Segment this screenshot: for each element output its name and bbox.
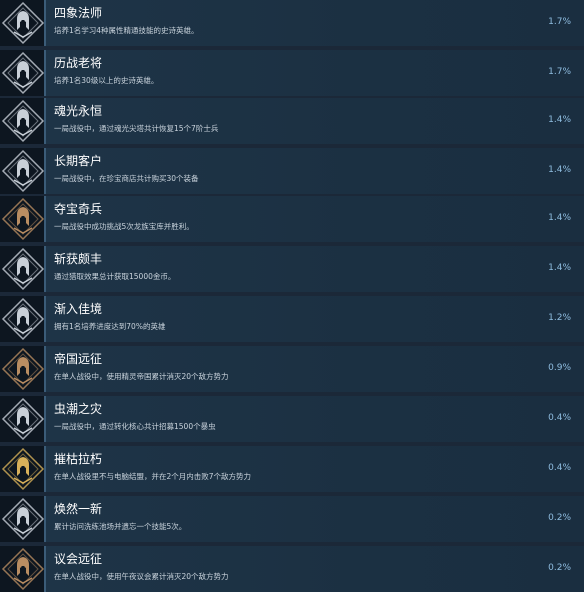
helmet-bronze-icon [0, 546, 46, 592]
achievement-row[interactable]: 四象法师培养1名学习4种属性精通技能的史诗英雄。 1.7% [0, 0, 584, 46]
achievement-title: 斩获颇丰 [54, 252, 103, 266]
helmet-silver-icon [0, 396, 46, 442]
achievement-title: 长期客户 [54, 154, 103, 168]
helmet-silver-icon [0, 496, 46, 542]
achievement-row[interactable]: 议会远征在单人战役中，使用午夜议会累计消灭20个敌方势力 0.2% [0, 546, 584, 592]
achievement-title: 四象法师 [54, 6, 103, 20]
achievement-title: 夺宝奇兵 [54, 202, 103, 216]
achievement-card: 长期客户一局战役中，在珍宝商店共计购买30个装备 1.4% [44, 148, 584, 194]
achievement-title: 议会远征 [54, 552, 103, 566]
unlock-percentage: 1.4% [548, 263, 571, 273]
helmet-silver-icon [0, 296, 46, 342]
helmet-silver-icon [0, 0, 46, 46]
achievement-description: 在单人战役中，使用午夜议会累计消灭20个敌方势力 [54, 572, 229, 581]
achievement-row[interactable]: 帝国远征在单人战役中，使用精灵帝国累计消灭20个敌方势力 0.9% [0, 346, 584, 392]
achievement-row[interactable]: 斩获颇丰通过猎取效果总计获取15000金币。 1.4% [0, 246, 584, 292]
achievement-title: 历战老将 [54, 56, 103, 70]
achievement-card: 虫潮之灾一局战役中，通过转化核心共计招募1500个暴虫 0.4% [44, 396, 584, 442]
achievement-row[interactable]: 历战老将培养1名30级以上的史诗英雄。 1.7% [0, 50, 584, 96]
achievement-description: 一局战役中，在珍宝商店共计购买30个装备 [54, 174, 199, 183]
achievement-description: 拥有1名培养进度达到70%的英雄 [54, 322, 166, 331]
helmet-gold-icon [0, 446, 46, 492]
unlock-percentage: 0.9% [548, 363, 571, 373]
achievement-card: 渐入佳境拥有1名培养进度达到70%的英雄 1.2% [44, 296, 584, 342]
helmet-silver-icon [0, 246, 46, 292]
helmet-bronze-icon [0, 346, 46, 392]
unlock-percentage: 0.4% [548, 463, 571, 473]
unlock-percentage: 1.4% [548, 115, 571, 125]
achievement-title: 帝国远征 [54, 352, 103, 366]
unlock-percentage: 0.2% [548, 563, 571, 573]
unlock-percentage: 1.2% [548, 313, 571, 323]
achievement-row[interactable]: 虫潮之灾一局战役中，通过转化核心共计招募1500个暴虫 0.4% [0, 396, 584, 442]
achievement-description: 一局战役中，通过魂光尖塔共计恢复15个7阶士兵 [54, 124, 219, 133]
achievement-card: 四象法师培养1名学习4种属性精通技能的史诗英雄。 1.7% [44, 0, 584, 46]
achievement-description: 一局战役中成功挑战5次龙族宝库并胜利。 [54, 222, 194, 231]
achievement-description: 在单人战役中，使用精灵帝国累计消灭20个敌方势力 [54, 372, 229, 381]
achievement-card: 历战老将培养1名30级以上的史诗英雄。 1.7% [44, 50, 584, 96]
achievement-title: 摧枯拉朽 [54, 452, 103, 466]
achievement-title: 焕然一新 [54, 502, 103, 516]
achievement-card: 议会远征在单人战役中，使用午夜议会累计消灭20个敌方势力 0.2% [44, 546, 584, 592]
helmet-silver-icon [0, 148, 46, 194]
helmet-bronze-icon [0, 196, 46, 242]
achievement-title: 渐入佳境 [54, 302, 103, 316]
helmet-silver-icon [0, 50, 46, 96]
achievement-row[interactable]: 夺宝奇兵一局战役中成功挑战5次龙族宝库并胜利。 1.4% [0, 196, 584, 242]
unlock-percentage: 0.4% [548, 413, 571, 423]
achievement-card: 焕然一新累计访问洗练池场并遗忘一个技能5次。 0.2% [44, 496, 584, 542]
unlock-percentage: 0.2% [548, 513, 571, 523]
achievement-description: 通过猎取效果总计获取15000金币。 [54, 272, 176, 281]
achievement-description: 在单人战役里不与电脑结盟，并在2个月内击败7个敌方势力 [54, 472, 252, 481]
unlock-percentage: 1.7% [548, 67, 571, 77]
unlock-percentage: 1.4% [548, 165, 571, 175]
unlock-percentage: 1.4% [548, 213, 571, 223]
achievement-description: 培养1名30级以上的史诗英雄。 [54, 76, 159, 85]
achievement-card: 摧枯拉朽在单人战役里不与电脑结盟，并在2个月内击败7个敌方势力 0.4% [44, 446, 584, 492]
achievement-row[interactable]: 焕然一新累计访问洗练池场并遗忘一个技能5次。 0.2% [0, 496, 584, 542]
achievement-row[interactable]: 长期客户一局战役中，在珍宝商店共计购买30个装备 1.4% [0, 148, 584, 194]
achievement-description: 累计访问洗练池场并遗忘一个技能5次。 [54, 522, 187, 531]
achievement-title: 虫潮之灾 [54, 402, 103, 416]
unlock-percentage: 1.7% [548, 17, 571, 27]
achievement-title: 魂光永恒 [54, 104, 103, 118]
helmet-silver-icon [0, 98, 46, 144]
achievement-list: 四象法师 培养1名学习4种属性精通技能的史诗英雄。 1.7% 历战老将 培养1名30级以… [0, 0, 584, 592]
achievement-row[interactable]: 摧枯拉朽在单人战役里不与电脑结盟，并在2个月内击败7个敌方势力 0.4% [0, 446, 584, 492]
achievement-description: 一局战役中，通过转化核心共计招募1500个暴虫 [54, 422, 216, 431]
achievement-card: 帝国远征在单人战役中，使用精灵帝国累计消灭20个敌方势力 0.9% [44, 346, 584, 392]
achievement-card: 夺宝奇兵一局战役中成功挑战5次龙族宝库并胜利。 1.4% [44, 196, 584, 242]
achievement-description: 培养1名学习4种属性精通技能的史诗英雄。 [54, 26, 199, 35]
achievement-row[interactable]: 魂光永恒一局战役中，通过魂光尖塔共计恢复15个7阶士兵 1.4% [0, 98, 584, 144]
achievement-card: 斩获颇丰通过猎取效果总计获取15000金币。 1.4% [44, 246, 584, 292]
achievement-card: 魂光永恒一局战役中，通过魂光尖塔共计恢复15个7阶士兵 1.4% [44, 98, 584, 144]
achievement-row[interactable]: 渐入佳境拥有1名培养进度达到70%的英雄 1.2% [0, 296, 584, 342]
